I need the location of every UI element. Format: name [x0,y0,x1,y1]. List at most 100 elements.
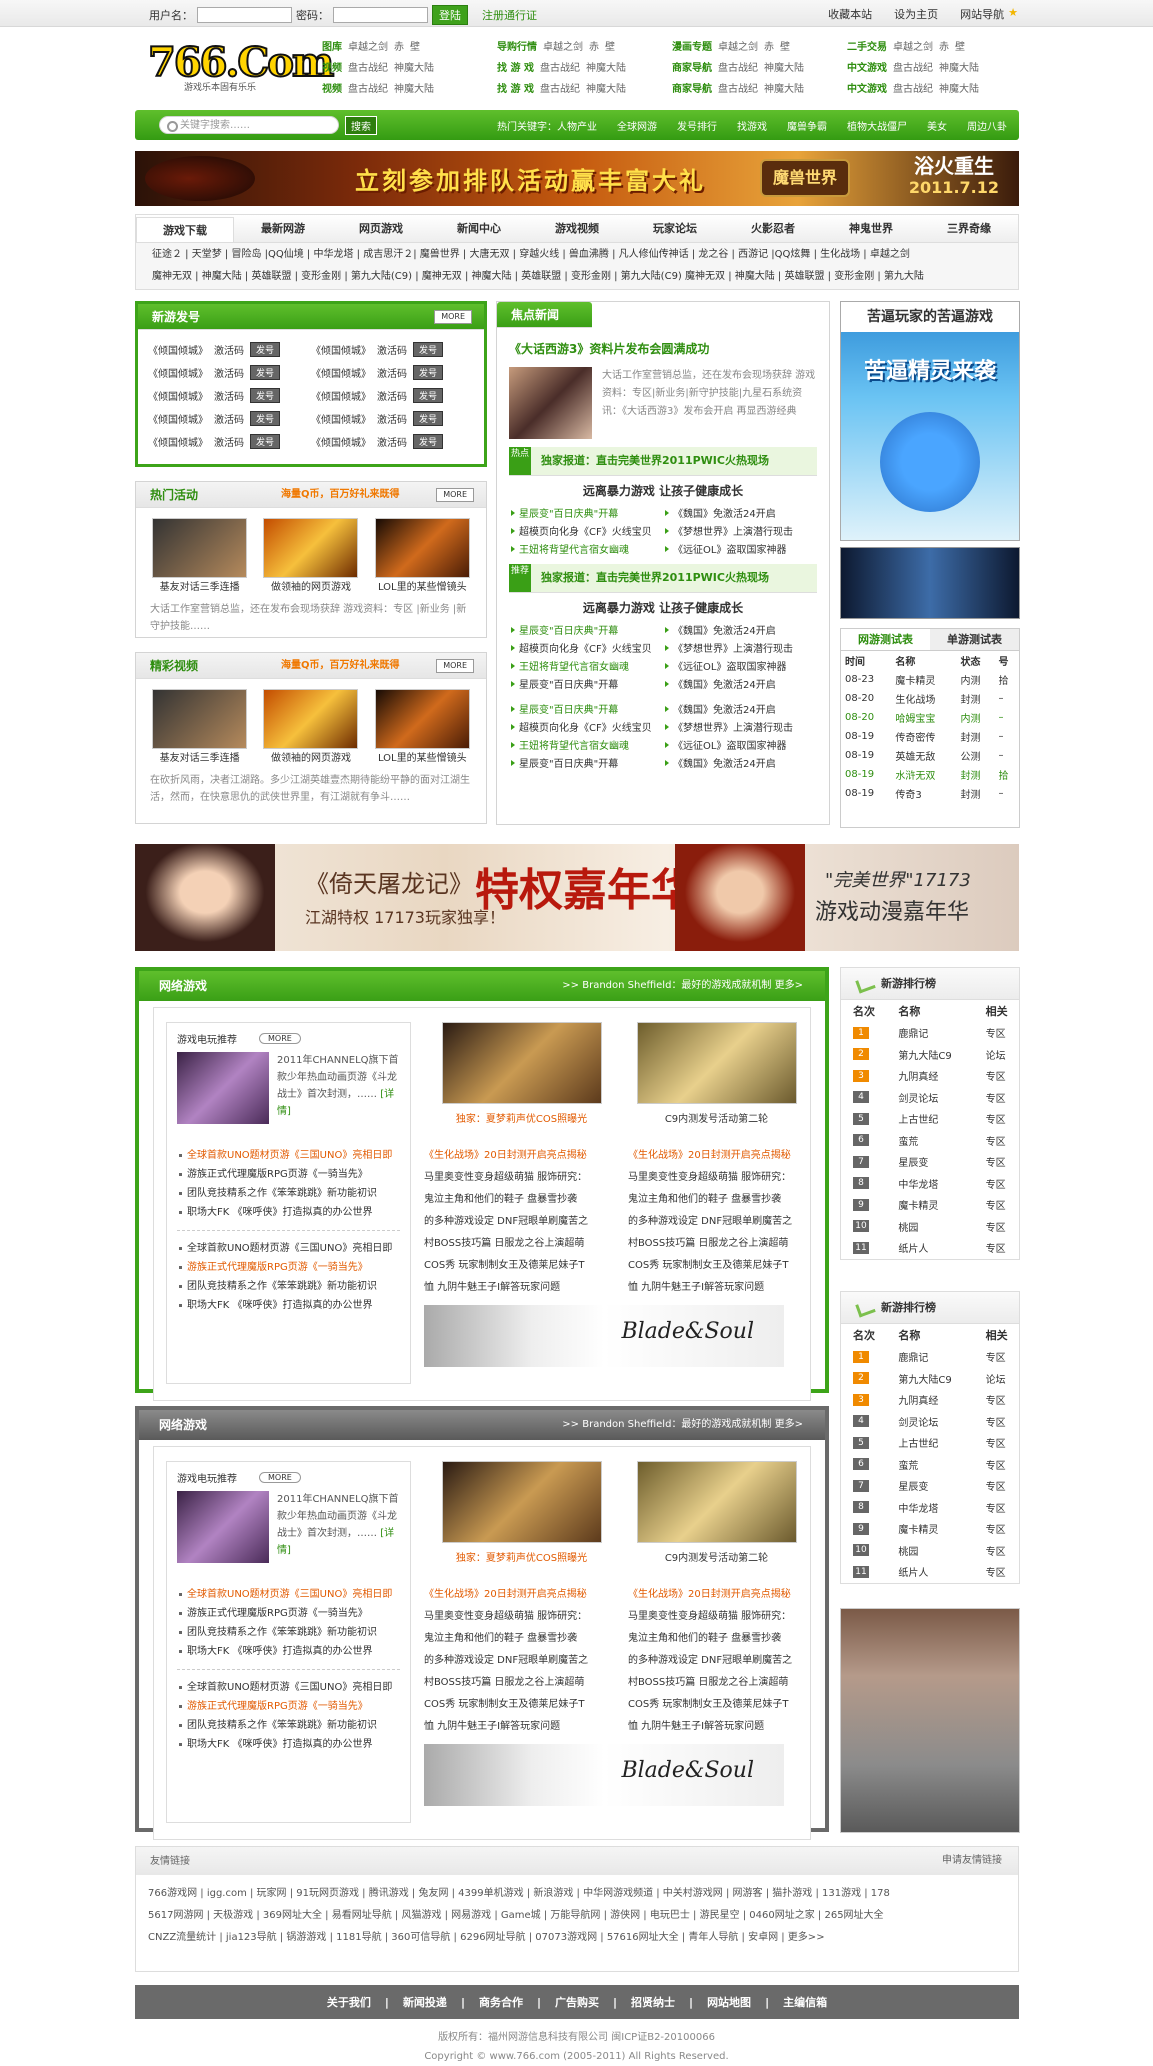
news-link[interactable]: 《魏国》免激活24开启 [663,622,817,637]
category-head[interactable]: 图库 [322,38,342,53]
category-item[interactable]: 神魔大陆 [586,59,626,74]
news-link[interactable]: 《梦想世界》上演潜行现击 [663,719,817,734]
news-line[interactable]: 《生化战场》20日封测开启亮点揭秘 [424,1145,610,1167]
news-item[interactable]: 职场大FK 《咪呼侠》打造拟真的办公世界 [177,1735,400,1754]
nav-tab[interactable]: 神鬼世界 [822,215,920,242]
game-links-row[interactable]: 魔神无双 | 神魔大陆 | 英雄联盟 | 变形金刚 | 第九大陆(C9) | 魔… [136,267,1018,289]
related-link[interactable]: 论坛 [974,1044,1019,1066]
rank-row[interactable]: 2 第九大陆C9 论坛 [841,1368,1019,1390]
game-name[interactable]: 魔卡精灵 [886,1518,973,1540]
game-name[interactable]: 《倾国倾城》 [148,365,208,380]
game-name[interactable]: 《倾国倾城》 [148,342,208,357]
category-item[interactable]: 盘古战纪 [540,59,580,74]
link-row[interactable]: CNZZ流量统计 | jia123导航 | 锅游游戏 | 1181导航 | 36… [148,1927,1006,1949]
news-line[interactable]: 马里奥变性变身超级萌猫 服饰研究： [628,1606,814,1628]
game-name[interactable]: 第九大陆C9 [886,1368,973,1390]
get-code-button[interactable]: 发号 [413,342,444,357]
news-item[interactable]: 职场大FK 《咪呼侠》打造拟真的办公世界 [177,1642,400,1661]
related-link[interactable]: 专区 [974,1540,1019,1562]
thumb-item[interactable]: 做领袖的网页游戏 [263,518,359,593]
related-link[interactable]: 专区 [974,1411,1019,1433]
password-input[interactable] [333,7,428,23]
test-row[interactable]: 08-19 水浒无双 封测 拾 [841,765,1019,784]
game-name[interactable]: 《倾国倾城》 [148,411,208,426]
tab-single-tests[interactable]: 单游测试表 [930,629,1019,650]
footer-link[interactable]: 新闻投递 [403,1994,447,2010]
game-name[interactable]: 第九大陆C9 [886,1044,973,1066]
news-line[interactable]: 的多种游戏设定 DNF冠眼单刷魔苦之 [628,1211,814,1233]
rank-row[interactable]: 4 剑灵论坛 专区 [841,1087,1019,1109]
news-link[interactable]: 《梦想世界》上演潜行现击 [663,640,817,655]
header-news[interactable]: >> Brandon Sheffield：最好的游戏成就机制 更多> [562,1410,803,1440]
rank-row[interactable]: 5 上古世纪 专区 [841,1432,1019,1454]
game-name[interactable]: 《倾国倾城》 [311,434,371,449]
bookmark-link[interactable]: 收藏本站 [828,6,872,22]
rank-row[interactable]: 9 魔卡精灵 专区 [841,1518,1019,1540]
more-button[interactable]: MORE [259,1033,301,1044]
category-item[interactable]: 卓越之剑 [543,38,583,53]
test-row[interactable]: 08-19 传奇密传 封测 – [841,727,1019,746]
category-head[interactable]: 找 游 戏 [497,59,534,74]
category-item[interactable]: 神魔大陆 [394,80,434,95]
news-item[interactable]: 职场大FK 《咪呼侠》打造拟真的办公世界 [177,1296,400,1315]
category-head[interactable]: 视频 [322,59,342,74]
news-line[interactable]: COS秀 玩家制制女王及德莱尼妹子T [628,1255,814,1277]
related-link[interactable]: 专区 [974,1454,1019,1476]
news-link[interactable]: 王妞将背望代言宿女幽魂 [509,737,663,752]
related-link[interactable]: 专区 [974,1497,1019,1519]
category-item[interactable]: 壁 [605,38,615,53]
category-item[interactable]: 卓越之剑 [893,38,933,53]
test-row[interactable]: 08-23 魔卡精灵 内测 拾 [841,670,1019,689]
news-line[interactable]: 马里奥变性变身超级萌猫 服饰研究： [628,1167,814,1189]
news-line[interactable]: 《生化战场》20日封测开启亮点揭秘 [628,1145,814,1167]
game-name[interactable]: 《倾国倾城》 [311,342,371,357]
category-head[interactable]: 中文游戏 [847,80,887,95]
link-row[interactable]: 766游戏网 | igg.com | 玩家网 | 91玩网页游戏 | 腾讯游戏 … [148,1883,1006,1905]
game-name[interactable]: 九阴真经 [886,1389,973,1411]
rank-row[interactable]: 11 纸片人 专区 [841,1561,1019,1583]
monk-photo[interactable] [840,1608,1020,1833]
detail-link[interactable]: [详情] [277,1528,394,1556]
news-line[interactable]: COS秀 玩家制制女王及德莱尼妹子T [424,1694,610,1716]
apply-link[interactable]: 申请友情链接 [942,1847,1002,1875]
rank-row[interactable]: 1 鹿鼎记 专区 [841,1346,1019,1368]
category-item[interactable]: 赤 [589,38,599,53]
get-code-button[interactable]: 发号 [250,411,281,426]
related-link[interactable]: 专区 [974,1237,1019,1259]
get-code-button[interactable]: 发号 [250,365,281,380]
register-link[interactable]: 注册通行证 [482,7,537,23]
blade-soul-banner[interactable]: Blade&Soul [424,1305,784,1367]
news-link[interactable]: 《魏国》免激活24开启 [663,701,817,716]
get-code-button[interactable]: 发号 [413,411,444,426]
more-button[interactable]: MORE [436,659,474,673]
game-name[interactable]: 九阴真经 [886,1065,973,1087]
news-item[interactable]: 全球首款UNO题材页游《三国UNO》亮相日即 [177,1239,400,1258]
thumb-item[interactable]: 做领袖的网页游戏 [263,689,359,764]
test-row[interactable]: 08-20 哈姆宝宝 内测 – [841,708,1019,727]
category-item[interactable]: 神魔大陆 [394,59,434,74]
related-link[interactable]: 专区 [974,1518,1019,1540]
game-name[interactable]: 上古世纪 [886,1108,973,1130]
promo-text[interactable]: 海量Q币，百万好礼来既得 [281,653,400,679]
news-line[interactable]: 马里奥变性变身超级萌猫 服饰研究： [424,1167,610,1189]
news-line[interactable]: 鬼泣主角和他们的鞋子 盘暴雪抄袭 [628,1189,814,1211]
hot-keyword[interactable]: 找游戏 [737,118,767,133]
news-link[interactable]: 《梦想世界》上演潜行现击 [663,523,817,538]
footer-link[interactable]: 商务合作 [479,1994,523,2010]
news-line[interactable]: 恤 九阴牛魅王子I解答玩家问题 [628,1277,814,1299]
category-item[interactable]: 盘古战纪 [718,80,758,95]
link-row[interactable]: 5617网游网 | 天极游戏 | 369网址大全 | 易看网址导航 | 风猫游戏… [148,1905,1006,1927]
thumb-item[interactable]: 基友对话三季连播 [152,689,248,764]
footer-link[interactable]: 主编信箱 [783,1994,827,2010]
news-line[interactable]: 的多种游戏设定 DNF冠眼单刷魔苦之 [424,1211,610,1233]
tab-online-tests[interactable]: 网游测试表 [841,629,930,650]
news-link[interactable]: 星辰变"百日庆典"开幕 [509,622,663,637]
news-line[interactable]: 的多种游戏设定 DNF冠眼单刷魔苦之 [628,1650,814,1672]
news-line[interactable]: 村BOSS技巧篇 日服龙之谷上演超萌 [628,1672,814,1694]
site-logo[interactable]: 766.Com 游戏乐本固有乐乐 [147,39,335,100]
news-item[interactable]: 全球首款UNO题材页游《三国UNO》亮相日即 [177,1585,400,1604]
category-head[interactable]: 视频 [322,80,342,95]
test-row[interactable]: 08-19 英雄无敌 公测 – [841,746,1019,765]
nav-tab[interactable]: 三界奇缘 [920,215,1018,242]
rank-row[interactable]: 10 桃园 专区 [841,1216,1019,1238]
